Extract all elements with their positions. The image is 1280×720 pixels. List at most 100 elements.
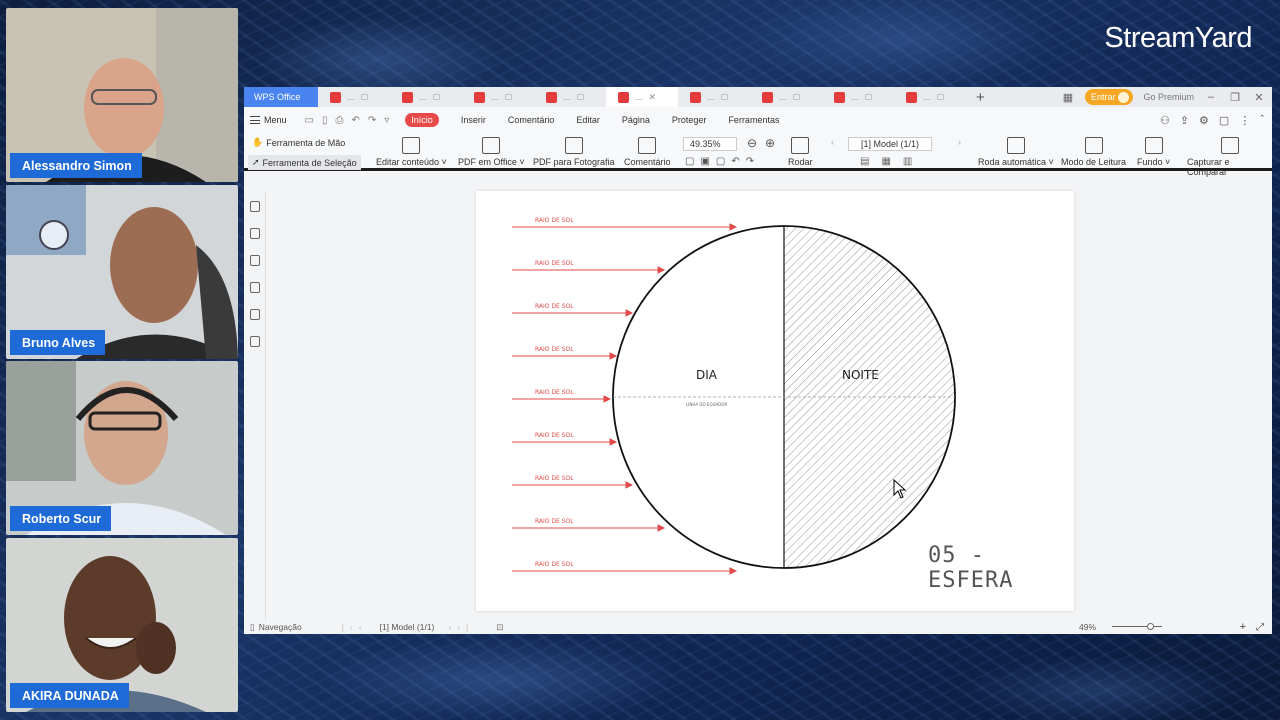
ray-label: RAIO DE SOL	[535, 518, 574, 525]
navigation-button[interactable]: ▯ Navegação	[250, 622, 302, 633]
restore-icon[interactable]: ❐	[1228, 91, 1242, 104]
page-layout-icons[interactable]: ▤▦▥	[860, 156, 924, 167]
capture-icon	[1220, 137, 1239, 154]
read-mode-button[interactable]: Modo de Leitura	[1061, 133, 1126, 167]
sun-ray-arrow	[603, 395, 612, 403]
document-tab[interactable]: ...	[822, 87, 894, 107]
edit-icon	[402, 137, 421, 154]
page-indicator[interactable]: [1] Model (1/1)	[848, 137, 933, 151]
panel-icon: ▯	[250, 621, 255, 632]
minimize-icon[interactable]: –	[1204, 91, 1218, 103]
zoom-slider[interactable]	[1112, 626, 1162, 627]
comment-icon[interactable]: ▢	[1219, 114, 1229, 127]
ray-label: RAIO DE SOL	[535, 475, 574, 482]
zoom-in-icon[interactable]: ⊕	[765, 136, 775, 150]
search-icon[interactable]	[249, 336, 260, 347]
status-zoom[interactable]: 49%	[1079, 622, 1096, 632]
more-icon[interactable]: ⋮	[1239, 114, 1250, 127]
first-prev-icons[interactable]: |‹‹	[342, 622, 368, 632]
next-page-icon[interactable]: ›	[958, 137, 961, 147]
status-page-indicator[interactable]: [1] Model (1/1)	[380, 622, 435, 632]
redo-icon[interactable]: ↷	[368, 115, 376, 126]
window-icon	[792, 94, 800, 100]
view-tools-icon[interactable]: ▢▣▢↶↷	[685, 156, 760, 167]
fullscreen-icon[interactable]: ⤢	[1256, 622, 1264, 633]
tab-inicio[interactable]: Início	[405, 113, 439, 127]
sun-ray-arrow	[657, 524, 666, 532]
auto-scroll-icon	[1006, 137, 1025, 154]
document-tab[interactable]: ...	[678, 87, 750, 107]
document-tab[interactable]: ...	[894, 87, 966, 107]
pdf-office-icon	[482, 137, 501, 154]
menu-button[interactable]: Menu	[250, 115, 287, 125]
participant-name: Bruno Alves	[10, 330, 106, 355]
login-button[interactable]: Entrar	[1084, 89, 1134, 105]
new-tab-button[interactable]: +	[976, 89, 985, 106]
prev-page-icon[interactable]: ‹	[831, 137, 834, 147]
pdf-icon	[474, 91, 485, 103]
window-icon	[504, 94, 512, 100]
day-label: DIA	[696, 368, 718, 382]
tab-inserir[interactable]: Inserir	[461, 115, 486, 125]
thumbnail-icon[interactable]	[249, 228, 260, 239]
comment-button[interactable]: Comentário	[624, 133, 671, 167]
user-icon[interactable]: ⚇	[1160, 114, 1170, 127]
pdf-to-photo-button[interactable]: PDF para Fotografia	[533, 133, 615, 167]
eye-icon	[1144, 137, 1163, 154]
save-icon[interactable]: ▯	[322, 115, 328, 126]
signature-icon[interactable]	[249, 309, 260, 320]
participant-tile: Alessandro Simon	[6, 8, 238, 182]
title-bar-right: ▦ Entrar Go Premium – ❐ ✕	[1061, 87, 1272, 107]
open-icon[interactable]: ▭	[305, 115, 314, 126]
pdf-icon	[402, 91, 413, 103]
wps-window: WPS Office ... ... ... ... ... ✕ ... ... …	[244, 87, 1272, 634]
pdf-icon	[762, 91, 773, 103]
document-tab[interactable]: ...	[318, 87, 390, 107]
next-last-icons[interactable]: ››|	[448, 622, 474, 632]
background-button[interactable]: Fundo ˅	[1137, 133, 1170, 167]
hand-tool[interactable]: ✋ Ferramenta de Mão	[252, 137, 345, 148]
tab-comentario[interactable]: Comentário	[508, 115, 555, 125]
auto-scroll-button[interactable]: Roda automática ˅	[978, 133, 1054, 167]
select-tool[interactable]: ➚ Ferramenta de Seleção	[248, 155, 361, 170]
edit-content-button[interactable]: Editar conteúdo ˅	[376, 133, 447, 167]
zoom-select[interactable]: 49.35%	[683, 137, 737, 151]
wps-home-tab[interactable]: WPS Office	[244, 87, 318, 107]
document-tab-active[interactable]: ... ✕	[606, 87, 678, 107]
document-tab[interactable]: ...	[462, 87, 534, 107]
sun-ray-arrow	[609, 438, 618, 446]
participant-tile: Bruno Alves	[6, 185, 238, 359]
document-tab[interactable]: ...	[534, 87, 606, 107]
undo-icon[interactable]: ↶	[351, 115, 359, 126]
go-premium-button[interactable]: Go Premium	[1143, 92, 1194, 102]
print-icon[interactable]: ⎙	[335, 115, 343, 126]
tab-pagina[interactable]: Página	[622, 115, 650, 125]
attachment-icon[interactable]	[249, 282, 260, 293]
tab-ferramentas[interactable]: Ferramentas	[728, 115, 779, 125]
pdf-to-office-button[interactable]: PDF em Office ˅	[458, 133, 525, 167]
window-icon	[936, 94, 944, 100]
tab-proteger[interactable]: Proteger	[672, 115, 707, 125]
bookmark-icon[interactable]	[249, 201, 260, 212]
document-tab[interactable]: ...	[390, 87, 462, 107]
comment-tool-icon	[638, 137, 657, 154]
picture-icon	[564, 137, 583, 154]
close-window-icon[interactable]: ✕	[1252, 91, 1266, 104]
zoom-slider-handle[interactable]	[1147, 623, 1154, 630]
fit-page-icon[interactable]: ⊡	[496, 622, 503, 633]
document-tab[interactable]: ...	[750, 87, 822, 107]
close-icon[interactable]: ✕	[649, 92, 657, 103]
annotation-icon[interactable]	[249, 255, 260, 266]
pdf-icon	[618, 91, 629, 103]
collapse-icon[interactable]: ˆ	[1260, 114, 1264, 127]
capture-compare-button[interactable]: Capturar e Comparar	[1187, 133, 1272, 177]
pdf-icon	[690, 91, 701, 103]
customize-icon[interactable]: ▿	[384, 115, 389, 126]
rotate-button[interactable]: Rodar	[788, 133, 813, 167]
tab-editar[interactable]: Editar	[576, 115, 600, 125]
zoom-plus-icon[interactable]: +	[1240, 621, 1246, 633]
share-icon[interactable]: ⇪	[1180, 114, 1189, 127]
settings-icon[interactable]: ⚙	[1199, 114, 1209, 127]
zoom-out-icon[interactable]: ⊖	[747, 136, 757, 150]
tab-list-icon[interactable]: ▦	[1061, 91, 1075, 104]
